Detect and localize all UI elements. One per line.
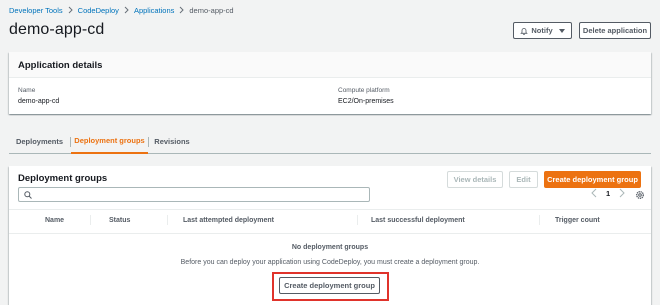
tab-deployments[interactable]: Deployments (9, 129, 70, 154)
chevron-right-icon (68, 6, 73, 14)
column-header-last-successful[interactable]: Last successful deployment (371, 217, 465, 224)
deployment-groups-title: Deployment groups (18, 173, 108, 184)
search-input[interactable] (18, 187, 370, 202)
column-header-last-attempted[interactable]: Last attempted deployment (183, 217, 274, 224)
view-details-button[interactable]: View details (447, 171, 503, 188)
compute-platform-key: Compute platform (338, 87, 390, 94)
page-number[interactable]: 1 (606, 189, 610, 198)
compute-platform-value: EC2/On-premises (338, 98, 394, 105)
pagination: 1 (591, 188, 625, 198)
column-divider (90, 215, 91, 225)
tab-revisions[interactable]: Revisions (149, 129, 195, 154)
tab-deployment-groups[interactable]: Deployment groups (71, 129, 148, 154)
edit-button[interactable]: Edit (509, 171, 538, 188)
column-header-name[interactable]: Name (45, 217, 64, 224)
create-deployment-group-button[interactable]: Create deployment group (544, 171, 641, 188)
table-top-border (9, 209, 651, 210)
name-key: Name (18, 87, 36, 94)
empty-state-description: Before you can deploy your application u… (180, 259, 480, 266)
table-header-border (9, 233, 651, 234)
column-header-status[interactable]: Status (109, 217, 130, 224)
page-title: demo-app-cd (9, 21, 105, 38)
column-divider (539, 215, 540, 225)
breadcrumb-developer-tools[interactable]: Developer Tools (9, 6, 63, 15)
breadcrumb: Developer Tools CodeDeploy Applications … (9, 3, 234, 17)
breadcrumb-codedeploy[interactable]: CodeDeploy (78, 6, 119, 15)
empty-state-title: No deployment groups (291, 244, 369, 251)
bell-icon (520, 27, 529, 35)
tab-bar: Deployments Deployment groups Revisions (9, 129, 651, 154)
column-divider (167, 215, 168, 225)
search-icon (24, 191, 32, 199)
breadcrumb-current: demo-app-cd (189, 5, 234, 15)
notify-button[interactable]: Notify (513, 22, 572, 39)
name-value: demo-app-cd (18, 98, 60, 105)
gear-icon[interactable] (635, 190, 645, 200)
previous-page-icon[interactable] (591, 188, 597, 198)
application-details-panel: Application details Name demo-app-cd Com… (9, 52, 651, 114)
application-details-title: Application details (18, 60, 103, 71)
delete-application-button[interactable]: Delete application (579, 22, 651, 39)
highlight-box (272, 272, 389, 301)
panel-header: Application details (9, 52, 651, 78)
next-page-icon[interactable] (619, 188, 625, 198)
caret-down-icon (558, 28, 565, 33)
breadcrumb-applications[interactable]: Applications (134, 6, 174, 15)
chevron-right-icon (179, 6, 185, 14)
column-header-trigger-count[interactable]: Trigger count (555, 217, 600, 224)
notify-label: Notify (531, 26, 553, 35)
chevron-right-icon (124, 6, 129, 14)
column-divider (357, 215, 358, 225)
